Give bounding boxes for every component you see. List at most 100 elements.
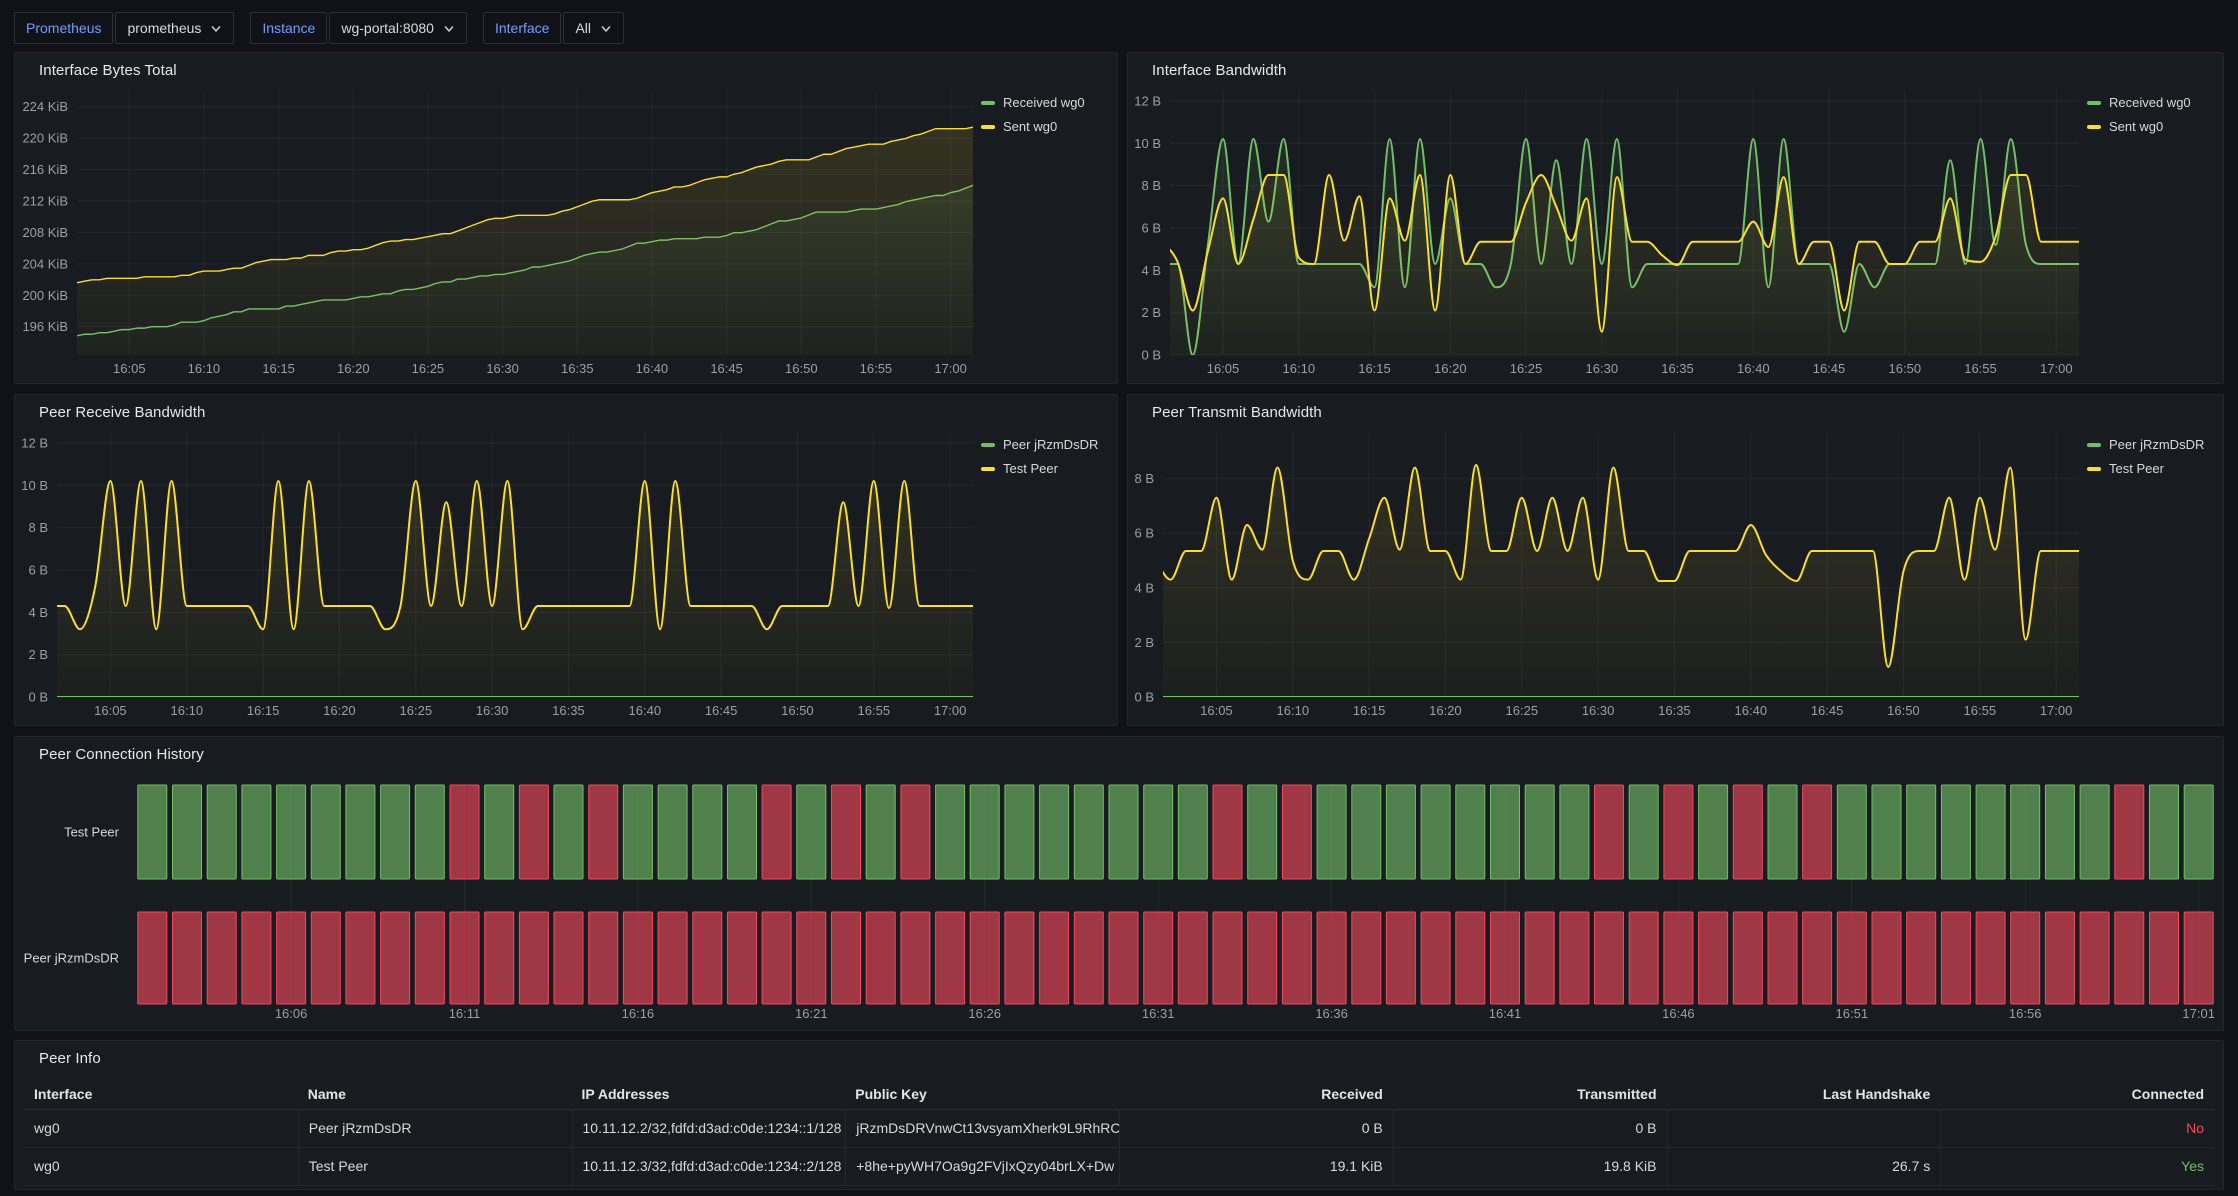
- status-bar-disconnected[interactable]: [1733, 785, 1762, 879]
- status-bar-disconnected[interactable]: [2080, 912, 2109, 1004]
- status-bar-connected[interactable]: [277, 785, 306, 879]
- status-bar-connected[interactable]: [554, 785, 583, 879]
- status-bar-disconnected[interactable]: [1872, 912, 1901, 1004]
- status-bar-disconnected[interactable]: [1803, 785, 1832, 879]
- variable-interface-value-dropdown[interactable]: All: [563, 12, 624, 44]
- legend-item-received-wg0[interactable]: Received wg0: [981, 95, 1113, 110]
- status-bar-disconnected[interactable]: [1664, 785, 1693, 879]
- status-bar-connected[interactable]: [1421, 785, 1450, 879]
- status-bar-disconnected[interactable]: [450, 785, 479, 879]
- legend-item-sent-wg0[interactable]: Sent wg0: [2087, 119, 2219, 134]
- status-bar-disconnected[interactable]: [1282, 912, 1311, 1004]
- status-bar-disconnected[interactable]: [1248, 912, 1277, 1004]
- status-bar-connected[interactable]: [242, 785, 271, 879]
- status-bar-disconnected[interactable]: [693, 912, 722, 1004]
- status-bar-connected[interactable]: [311, 785, 340, 879]
- peer-transmit-bandwidth-chart[interactable]: 0 B2 B4 B6 B8 B16:0516:1016:1516:2016:25…: [1128, 395, 2225, 727]
- status-bar-disconnected[interactable]: [762, 912, 791, 1004]
- status-bar-connected[interactable]: [1352, 785, 1381, 879]
- status-bar-connected[interactable]: [1560, 785, 1589, 879]
- status-bar-disconnected[interactable]: [415, 912, 444, 1004]
- status-bar-connected[interactable]: [1144, 785, 1173, 879]
- legend-item-test-peer[interactable]: Test Peer: [981, 461, 1113, 476]
- status-bar-connected[interactable]: [2011, 785, 2040, 879]
- status-bar-disconnected[interactable]: [2184, 912, 2213, 1004]
- status-bar-connected[interactable]: [936, 785, 965, 879]
- legend-item-sent-wg0[interactable]: Sent wg0: [981, 119, 1113, 134]
- column-header-public-key[interactable]: Public Key: [845, 1081, 1119, 1110]
- status-bar-connected[interactable]: [2080, 785, 2109, 879]
- status-bar-disconnected[interactable]: [589, 912, 618, 1004]
- peer-connection-history-chart[interactable]: 16:0616:1116:1616:2116:2616:3116:3616:41…: [15, 737, 2225, 1032]
- status-bar-connected[interactable]: [1976, 785, 2005, 879]
- status-bar-disconnected[interactable]: [1213, 912, 1242, 1004]
- legend-item-peer-jrzmdsdr[interactable]: Peer jRzmDsDR: [981, 437, 1113, 452]
- status-bar-connected[interactable]: [485, 785, 514, 879]
- status-bar-disconnected[interactable]: [1733, 912, 1762, 1004]
- status-bar-disconnected[interactable]: [1386, 912, 1415, 1004]
- legend-item-received-wg0[interactable]: Received wg0: [2087, 95, 2219, 110]
- status-bar-connected[interactable]: [1837, 785, 1866, 879]
- status-bar-disconnected[interactable]: [658, 912, 687, 1004]
- status-bar-disconnected[interactable]: [1352, 912, 1381, 1004]
- status-bar-disconnected[interactable]: [936, 912, 965, 1004]
- status-bar-connected[interactable]: [1941, 785, 1970, 879]
- status-bar-disconnected[interactable]: [832, 912, 861, 1004]
- status-bar-connected[interactable]: [1872, 785, 1901, 879]
- variable-prometheus-value-dropdown[interactable]: prometheus: [115, 12, 234, 44]
- status-bar-connected[interactable]: [1491, 785, 1520, 879]
- status-bar-disconnected[interactable]: [728, 912, 757, 1004]
- status-bar-connected[interactable]: [623, 785, 652, 879]
- status-bar-connected[interactable]: [1699, 785, 1728, 879]
- status-bar-connected[interactable]: [1525, 785, 1554, 879]
- status-bar-disconnected[interactable]: [2150, 912, 2179, 1004]
- interface-bytes-total-chart[interactable]: 196 KiB200 KiB204 KiB208 KiB212 KiB216 K…: [15, 53, 1119, 385]
- status-bar-disconnected[interactable]: [173, 912, 202, 1004]
- status-bar-connected[interactable]: [381, 785, 410, 879]
- status-bar-connected[interactable]: [1456, 785, 1485, 879]
- column-header-last-handshake[interactable]: Last Handshake: [1667, 1081, 1941, 1110]
- status-bar-disconnected[interactable]: [832, 785, 861, 879]
- column-header-name[interactable]: Name: [298, 1081, 572, 1110]
- status-bar-disconnected[interactable]: [485, 912, 514, 1004]
- status-bar-connected[interactable]: [1629, 785, 1658, 879]
- status-bar-disconnected[interactable]: [381, 912, 410, 1004]
- status-bar-disconnected[interactable]: [346, 912, 375, 1004]
- status-bar-connected[interactable]: [1178, 785, 1207, 879]
- status-bar-disconnected[interactable]: [1941, 912, 1970, 1004]
- status-bar-disconnected[interactable]: [866, 912, 895, 1004]
- status-bar-connected[interactable]: [658, 785, 687, 879]
- status-bar-disconnected[interactable]: [797, 912, 826, 1004]
- status-bar-disconnected[interactable]: [1595, 785, 1624, 879]
- status-bar-connected[interactable]: [797, 785, 826, 879]
- status-bar-connected[interactable]: [728, 785, 757, 879]
- status-bar-connected[interactable]: [138, 785, 167, 879]
- status-bar-disconnected[interactable]: [1664, 912, 1693, 1004]
- status-bar-disconnected[interactable]: [1699, 912, 1728, 1004]
- status-bar-connected[interactable]: [693, 785, 722, 879]
- status-bar-connected[interactable]: [1317, 785, 1346, 879]
- status-bar-disconnected[interactable]: [1491, 912, 1520, 1004]
- status-bar-connected[interactable]: [1386, 785, 1415, 879]
- status-bar-disconnected[interactable]: [1629, 912, 1658, 1004]
- status-bar-disconnected[interactable]: [762, 785, 791, 879]
- status-bar-connected[interactable]: [1005, 785, 1034, 879]
- status-bar-disconnected[interactable]: [970, 912, 999, 1004]
- status-bar-disconnected[interactable]: [311, 912, 340, 1004]
- column-header-transmitted[interactable]: Transmitted: [1393, 1081, 1667, 1110]
- status-bar-disconnected[interactable]: [1074, 912, 1103, 1004]
- status-bar-connected[interactable]: [2184, 785, 2213, 879]
- status-bar-disconnected[interactable]: [207, 912, 236, 1004]
- status-bar-connected[interactable]: [415, 785, 444, 879]
- column-header-connected[interactable]: Connected: [1940, 1081, 2214, 1110]
- peer-receive-bandwidth-chart[interactable]: 0 B2 B4 B6 B8 B10 B12 B16:0516:1016:1516…: [15, 395, 1119, 727]
- status-bar-disconnected[interactable]: [1213, 785, 1242, 879]
- status-bar-disconnected[interactable]: [138, 912, 167, 1004]
- status-bar-connected[interactable]: [1074, 785, 1103, 879]
- status-bar-disconnected[interactable]: [1421, 912, 1450, 1004]
- variable-instance-value-dropdown[interactable]: wg-portal:8080: [329, 12, 467, 44]
- status-bar-disconnected[interactable]: [1595, 912, 1624, 1004]
- status-bar-disconnected[interactable]: [2045, 912, 2074, 1004]
- status-bar-disconnected[interactable]: [1976, 912, 2005, 1004]
- status-bar-disconnected[interactable]: [623, 912, 652, 1004]
